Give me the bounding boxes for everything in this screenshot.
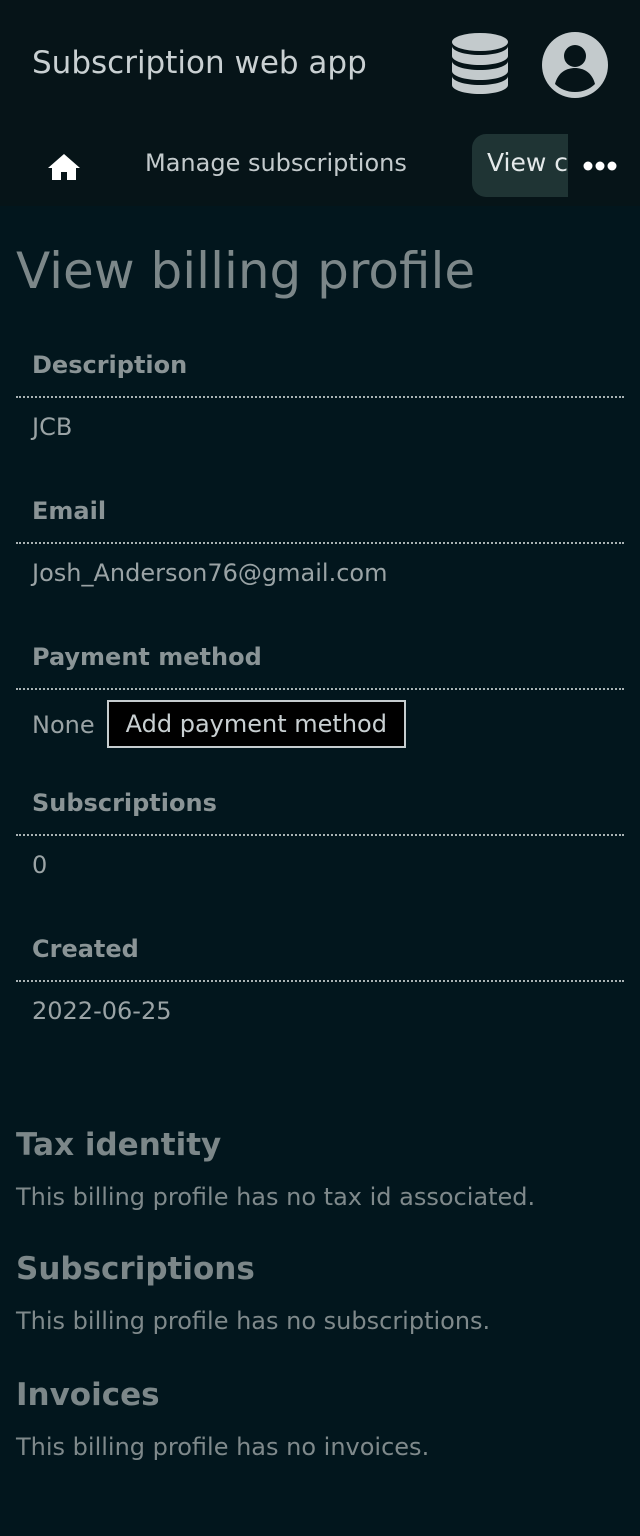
subscriptions-text: This billing profile has no subscription… xyxy=(16,1307,491,1335)
email-label: Email xyxy=(16,480,624,544)
subscriptions-value: 0 xyxy=(32,851,48,879)
created-field: Created 2022-06-25 xyxy=(16,918,624,1028)
nav-tab-view-label: View c xyxy=(487,148,568,177)
description-label: Description xyxy=(16,334,624,398)
home-icon[interactable] xyxy=(47,152,81,182)
database-icon[interactable] xyxy=(446,30,514,98)
nav-tab-view-active[interactable]: View c xyxy=(472,134,568,197)
created-label: Created xyxy=(16,918,624,982)
more-horizontal-icon[interactable] xyxy=(582,152,618,180)
email-value: Josh_Anderson76@gmail.com xyxy=(32,559,388,587)
tax-identity-text: This billing profile has no tax id assoc… xyxy=(16,1183,536,1211)
invoices-heading: Invoices xyxy=(16,1377,160,1413)
created-value: 2022-06-25 xyxy=(32,997,172,1025)
payment-method-label: Payment method xyxy=(16,626,624,690)
subscriptions-heading: Subscriptions xyxy=(16,1251,255,1287)
subscriptions-label: Subscriptions xyxy=(16,772,624,836)
app-title[interactable]: Subscription web app xyxy=(32,40,367,86)
app-header: Subscription web app xyxy=(0,0,640,124)
payment-method-value: None xyxy=(32,711,95,739)
page-title: View billing profile xyxy=(16,242,476,300)
nav-manage-subscriptions[interactable]: Manage subscriptions xyxy=(145,147,407,179)
user-circle-icon[interactable] xyxy=(540,30,610,100)
email-field: Email Josh_Anderson76@gmail.com xyxy=(16,480,624,590)
breadcrumb-nav: Manage subscriptions View c xyxy=(0,124,640,206)
payment-method-value-row: None Add payment method xyxy=(16,690,624,750)
description-value: JCB xyxy=(32,413,73,441)
tax-identity-heading: Tax identity xyxy=(16,1127,222,1163)
payment-method-field: Payment method None Add payment method xyxy=(16,626,624,750)
subscriptions-field: Subscriptions 0 xyxy=(16,772,624,882)
description-field: Description JCB xyxy=(16,334,624,444)
invoices-text: This billing profile has no invoices. xyxy=(16,1433,430,1461)
add-payment-method-button[interactable]: Add payment method xyxy=(106,700,406,748)
